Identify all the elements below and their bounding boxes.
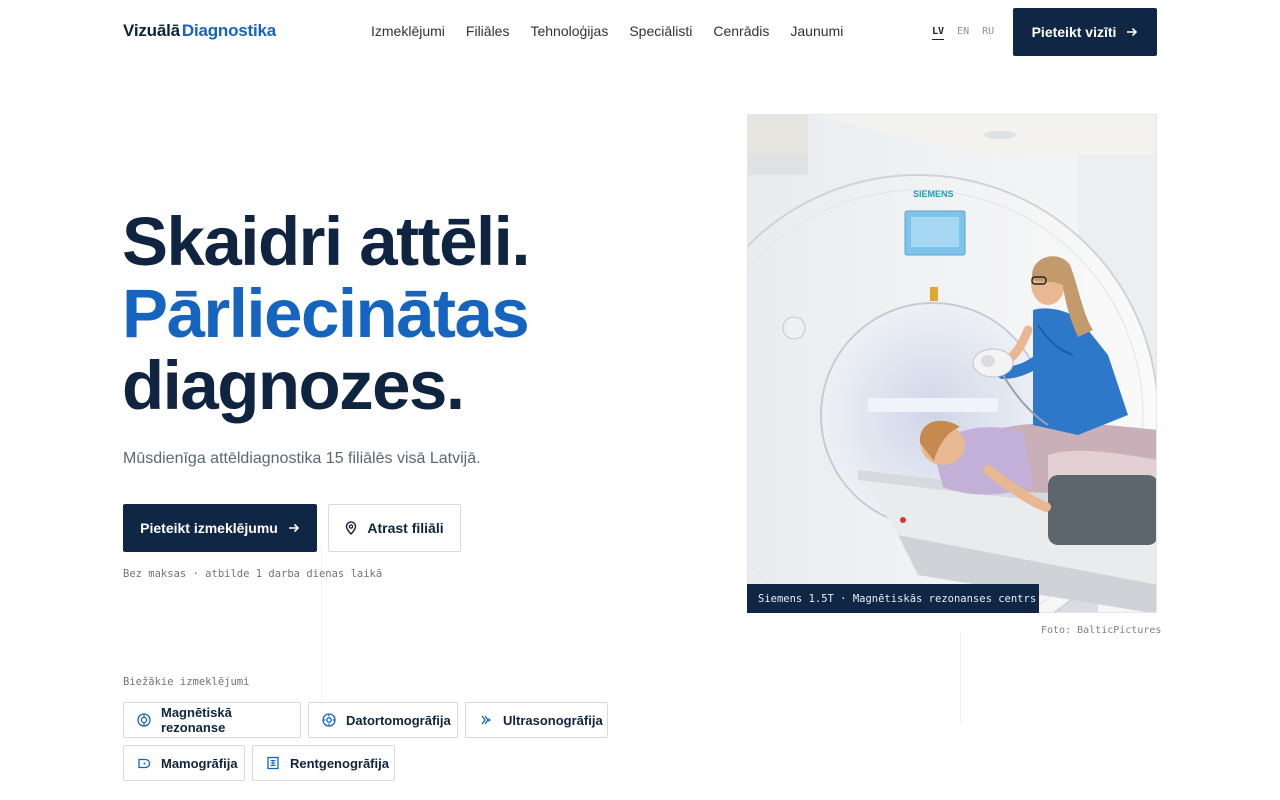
exam-chip-mammography[interactable]: Mamogrāfija [123, 745, 245, 781]
exam-chip-label: Ultrasonogrāfija [503, 712, 603, 728]
book-visit-label: Pieteikt vizīti [1031, 24, 1117, 40]
main-nav: Izmeklējumi Filiāles Tehnoloģijas Speciā… [371, 23, 843, 39]
exam-chip-mri[interactable]: Magnētiskā rezonanse [123, 702, 301, 738]
brand-name-part1: Vizuālā [123, 21, 180, 40]
headline-line-3: diagnozes. [122, 347, 465, 424]
nav-item-cenradis[interactable]: Cenrādis [713, 23, 769, 39]
brand-logo[interactable]: Vizuālā Diagnostika [123, 21, 276, 41]
nav-item-tehnologijas[interactable]: Tehnoloģijas [530, 23, 608, 39]
exam-chip-label: Mamogrāfija [161, 755, 238, 771]
book-visit-button[interactable]: Pieteikt vizīti [1013, 8, 1157, 56]
exam-chip-xray[interactable]: Rentgenogrāfija [252, 745, 395, 781]
hero-headline: Skaidri attēli. Pārliecinātas diagnozes. [122, 203, 531, 424]
mammography-icon [138, 758, 151, 769]
brand-name-part2: Diagnostika [181, 21, 277, 40]
nav-item-filiales[interactable]: Filiāles [466, 23, 510, 39]
exam-chip-label: Datortomogrāfija [346, 712, 451, 728]
layout-guide [960, 630, 961, 725]
mri-icon [137, 713, 151, 727]
hero-lead: Mūsdienīga attēldiagnostika 15 filiālēs … [123, 450, 481, 467]
exam-chip-ct[interactable]: Datortomogrāfija [308, 702, 458, 738]
arrow-right-icon [1127, 27, 1138, 37]
find-branch-label: Atrast filiāli [367, 520, 444, 536]
exam-chip-ultrasound[interactable]: Ultrasonogrāfija [465, 702, 608, 738]
nav-item-jaunumi[interactable]: Jaunumi [790, 23, 843, 39]
scanner-brand-label: SIEMENS [913, 189, 954, 199]
lang-ru[interactable]: RU [982, 26, 994, 40]
lang-en[interactable]: EN [957, 26, 969, 40]
book-exam-label: Pieteikt izmeklējumu [140, 520, 278, 536]
nav-item-specialisti[interactable]: Speciālisti [629, 23, 692, 39]
mri-scanner-illustration: SIEMENS [748, 115, 1156, 612]
booking-note: Bez maksas · atbilde 1 darba dienas laik… [123, 568, 383, 580]
common-exams-label: Biežākie izmeklējumi [123, 676, 250, 688]
exam-chip-label: Rentgenogrāfija [290, 755, 389, 771]
arrow-right-icon [288, 523, 299, 533]
xray-document-icon [267, 756, 279, 770]
language-switcher: LV EN RU [932, 26, 994, 40]
find-branch-button[interactable]: Atrast filiāli [328, 504, 461, 552]
map-pin-icon [346, 521, 357, 535]
photo-credit: Foto: BalticPictures [1041, 625, 1162, 636]
headline-line-1: Skaidri attēli. [122, 203, 531, 280]
photo-caption: Siemens 1.5T · Magnētiskās rezonanses ce… [747, 584, 1039, 613]
ct-scan-icon [322, 713, 336, 727]
site-header: Vizuālā Diagnostika Izmeklējumi Filiāles … [0, 0, 1280, 64]
book-exam-button[interactable]: Pieteikt izmeklējumu [123, 504, 317, 552]
lang-lv[interactable]: LV [932, 26, 945, 40]
nav-item-izmeklejumi[interactable]: Izmeklējumi [371, 23, 445, 39]
hero-photo: SIEMENS [747, 114, 1157, 613]
ultrasound-wave-icon [481, 715, 491, 725]
exam-chip-label: Magnētiskā rezonanse [161, 705, 232, 735]
headline-line-2: Pārliecinātas [122, 275, 530, 352]
